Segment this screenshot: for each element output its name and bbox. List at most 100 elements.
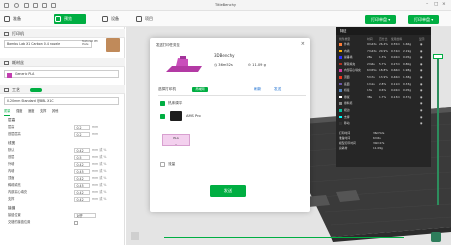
- summary-value: 11.09g: [373, 146, 383, 150]
- filament-section-header[interactable]: 耗材丝: [0, 58, 125, 67]
- visibility-eye-icon[interactable]: ◉: [420, 108, 422, 113]
- legend-title[interactable]: 特征: [336, 27, 431, 35]
- tab-device[interactable]: 设备: [101, 14, 133, 24]
- legend-row[interactable]: 稀疏填充 2m6s 5.7% 0.27m 0.80g ◉: [339, 62, 429, 67]
- setting-input[interactable]: 0.42: [74, 197, 90, 203]
- visibility-eye-icon[interactable]: ◉: [420, 95, 422, 100]
- legend-row[interactable]: 裙边 ◉: [339, 108, 429, 113]
- layer-slider-track[interactable]: [437, 55, 439, 205]
- visibility-eye-icon[interactable]: ◉: [420, 55, 422, 60]
- visibility-eye-icon[interactable]: ◉: [420, 68, 422, 73]
- visibility-eye-icon[interactable]: ◉: [420, 49, 422, 54]
- subtab-quality[interactable]: 质量: [4, 108, 11, 116]
- setting-input[interactable]: 0.5: [74, 155, 90, 161]
- close-window-icon[interactable]: ×: [442, 2, 446, 7]
- home-icon: [4, 16, 10, 22]
- process-section-header[interactable]: 工艺: [0, 85, 125, 94]
- legend-row[interactable]: 内部实心填充 6m55s 18.8% 0.66m 1.98g ◉: [339, 68, 429, 73]
- visibility-eye-icon[interactable]: ◉: [420, 121, 422, 126]
- legend-row[interactable]: 移动 ◉: [339, 121, 429, 126]
- subtab-support[interactable]: 支撑: [40, 108, 46, 115]
- layers-icon[interactable]: [431, 232, 441, 242]
- refresh-link[interactable]: 刷新: [254, 87, 261, 92]
- bed-level-label: 热床调平: [168, 101, 183, 105]
- setting-select[interactable]: 对齐: [74, 213, 96, 219]
- print-all-button[interactable]: 打印单盘 ▾: [408, 14, 440, 24]
- minimize-icon[interactable]: –: [426, 2, 428, 7]
- summary-row: 准备时间 6m5s: [339, 136, 429, 141]
- send-option-link[interactable]: 发送: [274, 87, 281, 92]
- legend-row[interactable]: 外墙 9m43s 26.4% 0.55m 1.66g ◉: [339, 42, 429, 47]
- summary-row: 模型打印时间 30m47s: [339, 141, 429, 146]
- lan-tag[interactable]: 局域网: [192, 87, 208, 92]
- legend-percent: 1.7%: [379, 94, 387, 99]
- move-slider-track[interactable]: [164, 237, 404, 239]
- print-plate-label: 打印单盘: [371, 16, 387, 22]
- maximize-icon[interactable]: □: [434, 2, 438, 7]
- visibility-eye-icon[interactable]: ◉: [420, 62, 422, 67]
- filament-select[interactable]: Generic PLA: [4, 70, 119, 78]
- legend-row[interactable]: 支撑 ◉: [339, 115, 429, 120]
- tab-project[interactable]: 项目: [135, 14, 167, 24]
- visibility-eye-icon[interactable]: ◉: [420, 82, 422, 87]
- visibility-eye-icon[interactable]: ◉: [420, 115, 422, 120]
- legend-header-cell: 线条类型: [339, 37, 351, 41]
- process-subtabs: 质量 强度 速度 支撑 其他: [4, 108, 122, 116]
- subtab-speed[interactable]: 速度: [28, 108, 34, 115]
- layer-slider-top-handle[interactable]: [433, 54, 443, 59]
- advanced-toggle[interactable]: [30, 87, 42, 92]
- visibility-eye-icon[interactable]: ◉: [420, 75, 422, 80]
- bed-level-checkbox[interactable]: [160, 101, 165, 106]
- use-ams-checkbox[interactable]: [160, 114, 165, 119]
- setting-input[interactable]: 0.2: [74, 125, 90, 131]
- legend-swatch: [339, 115, 342, 119]
- setting-input[interactable]: 0.42: [74, 162, 90, 168]
- summary-label: 总耗材: [339, 146, 348, 150]
- subtab-strength[interactable]: 强度: [16, 108, 22, 115]
- viewport-home-icon[interactable]: [131, 232, 139, 240]
- print-time-value: 36m52s: [218, 63, 233, 67]
- print-plate-button[interactable]: 打印单盘 ▾: [365, 14, 397, 24]
- setting-input[interactable]: 0.45: [74, 169, 90, 175]
- legend-header-cell: 百分比: [379, 37, 388, 41]
- legend-row[interactable]: 桥接 13s 0.6% 0.02m 0.05g ◉: [339, 88, 429, 93]
- filament-icon: [4, 60, 9, 65]
- visibility-eye-icon[interactable]: ◉: [420, 88, 422, 93]
- legend-row[interactable]: 悬垂墙 28s 1.3% 0.02m 0.05g ◉: [339, 55, 429, 60]
- setting-input[interactable]: 0.45: [74, 183, 90, 189]
- legend-swatch: [339, 109, 342, 112]
- setting-input[interactable]: 0.42: [74, 176, 90, 182]
- tab-home[interactable]: 准备: [3, 14, 35, 24]
- filament-mapping-slot[interactable]: PLA ⌄: [162, 134, 190, 146]
- printer-select[interactable]: Bambu Lab X1 Carbon 0.4 nozzle: [4, 40, 92, 48]
- group-title: 接缝: [8, 206, 16, 210]
- legend-time: 5m7s: [367, 75, 375, 79]
- flow-calibration-checkbox[interactable]: [160, 162, 165, 167]
- printer-section-header[interactable]: 打印机: [0, 29, 125, 38]
- main-tab-bar: 准备 预览 设备 项目 打印单盘 ▾ 打印单盘 ▾: [0, 11, 451, 27]
- setting-input[interactable]: 0.42: [74, 148, 90, 154]
- subtab-others[interactable]: 其他: [52, 108, 58, 115]
- summary-row: 总耗材 11.09g: [339, 146, 429, 151]
- legend-row[interactable]: 擦料塔 ◉: [339, 101, 429, 106]
- setting-label: 首层层高: [8, 132, 21, 136]
- setting-input[interactable]: 0.42: [74, 190, 90, 196]
- setting-unit: mm: [92, 132, 99, 136]
- legend-row[interactable]: 顶面 5m7s 13.9% 0.46m 1.38g ◉: [339, 75, 429, 80]
- visibility-eye-icon[interactable]: ◉: [420, 101, 422, 106]
- legend-length: 0.74m: [391, 48, 400, 53]
- process-profile-select[interactable]: 0.20mm Standard @BBL X1C: [4, 97, 119, 105]
- legend-row[interactable]: 底面 1m1s 2.8% 0.11m 0.33g ◉: [339, 82, 429, 87]
- settings-sidebar: 打印机 Bambu Lab X1 Carbon 0.4 nozzle Textu…: [0, 27, 125, 245]
- close-icon[interactable]: ×: [301, 41, 305, 47]
- tab-prepare[interactable]: 预览: [54, 14, 86, 24]
- setting-label: 交错的接缝位置: [8, 220, 31, 224]
- plate-type[interactable]: Textured PEI Plate: [82, 40, 102, 54]
- legend-row[interactable]: 擦拭 38s 1.7% 0.13m 0.37g ◉: [339, 95, 429, 100]
- setting-input[interactable]: 0.2: [74, 132, 90, 138]
- legend-name: 擦料塔: [344, 101, 353, 106]
- setting-checkbox[interactable]: [74, 220, 78, 225]
- send-button[interactable]: 发送: [210, 185, 246, 197]
- visibility-eye-icon[interactable]: ◉: [420, 42, 422, 47]
- legend-row[interactable]: 内墙 7m43s 20.9% 0.74m 2.19g ◉: [339, 49, 429, 54]
